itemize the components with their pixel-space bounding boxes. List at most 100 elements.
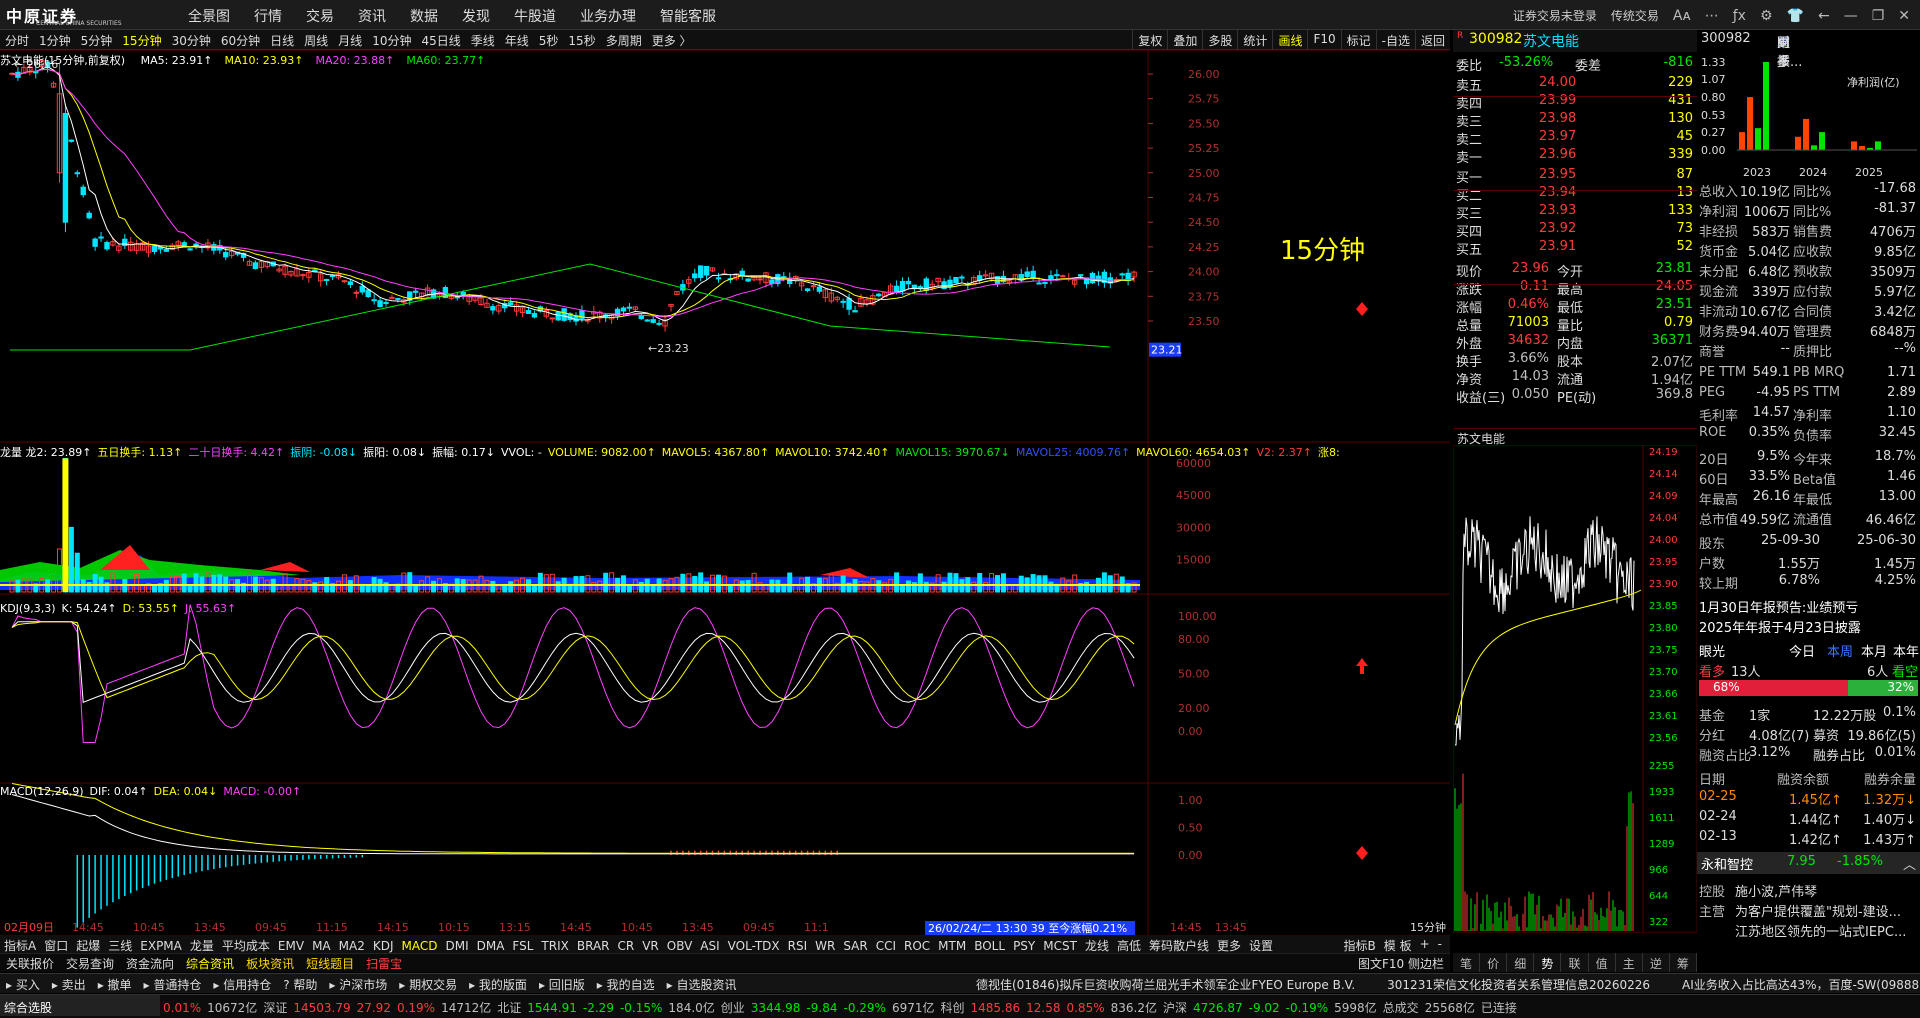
sub-tab-0[interactable]: 关联报价 <box>0 954 60 973</box>
minimize-icon[interactable]: — <box>1844 8 1858 24</box>
sub-tab-6[interactable]: 扫雷宝 <box>360 954 408 973</box>
taskbar-button-8[interactable]: ▸ 我的版面 <box>463 974 533 995</box>
indicator-tab-29[interactable]: PSY <box>1009 938 1039 954</box>
concept-stock-bar[interactable]: 永和智控 7.95 -1.85% ︿ <box>1697 852 1920 874</box>
tick-tab-1[interactable]: 价 <box>1480 953 1508 972</box>
indicator-tab-15[interactable]: TRIX <box>537 938 572 954</box>
news-item-0[interactable]: 德视佳(01846)拟斥巨资收购荷兰屈光手术领军企业FYEO Europe B.… <box>970 974 1361 995</box>
indicator-tab-21[interactable]: VOL-TDX <box>724 938 784 954</box>
sub-tab-5[interactable]: 短线题目 <box>300 954 360 973</box>
menu-item-0[interactable]: 全景图 <box>188 6 230 26</box>
trade-mode-button[interactable]: 传统交易 <box>1611 7 1659 24</box>
toolbar-button-0[interactable]: 复权 <box>1132 30 1167 50</box>
timeframe-tab-13[interactable]: 5秒 <box>534 30 564 49</box>
kline-chart-area[interactable]: 26.00 25.75 25.50 25.25 25.00 24.75 24.50 24.25… <box>0 50 1450 935</box>
timeframe-tab-10[interactable]: 45日线 <box>416 30 465 49</box>
sub-tab-4[interactable]: 板块资讯 <box>240 954 300 973</box>
sub-tab-3[interactable]: 综合资讯 <box>180 954 240 973</box>
shirt-icon[interactable]: 👕 <box>1787 8 1804 24</box>
indicator-tab-13[interactable]: DMA <box>473 938 509 954</box>
toolbar-button-8[interactable]: 返回 <box>1414 30 1450 50</box>
indicator-tab-27[interactable]: MTM <box>934 938 970 954</box>
toolbar-button-2[interactable]: 多股 <box>1202 30 1237 50</box>
indicator-tab-24[interactable]: SAR <box>839 938 871 954</box>
toolbar-button-6[interactable]: 标记 <box>1340 30 1376 50</box>
sub-tab-1[interactable]: 交易查询 <box>60 954 120 973</box>
timeframe-tab-6[interactable]: 日线 <box>265 30 299 49</box>
taskbar-button-1[interactable]: ▸ 卖出 <box>46 974 92 995</box>
stock-screener-tab[interactable]: 综合选股 <box>0 995 160 1016</box>
indicator-tab-19[interactable]: OBV <box>663 938 697 954</box>
menu-item-4[interactable]: 数据 <box>410 6 438 26</box>
indicator-tab-25[interactable]: CCI <box>872 938 900 954</box>
taskbar-button-9[interactable]: ▸ 回旧版 <box>533 974 591 995</box>
timeframe-tab-5[interactable]: 60分钟 <box>216 30 265 49</box>
taskbar-button-10[interactable]: ▸ 我的自选 <box>591 974 661 995</box>
timeframe-tab-7[interactable]: 周线 <box>299 30 333 49</box>
indicator-tab-23[interactable]: WR <box>811 938 839 954</box>
timeframe-tab-12[interactable]: 年线 <box>500 30 534 49</box>
timeframe-tab-15[interactable]: 多周期 <box>601 30 647 49</box>
timeframe-tab-4[interactable]: 30分钟 <box>167 30 216 49</box>
taskbar-button-7[interactable]: ▸ 期权交易 <box>393 974 463 995</box>
toolbar-button-1[interactable]: 叠加 <box>1167 30 1202 50</box>
indicator-tab-22[interactable]: RSI <box>784 938 812 954</box>
indicator-tab-11[interactable]: MACD <box>397 938 441 954</box>
indicator-tab-28[interactable]: BOLL <box>970 938 1009 954</box>
indicator-tab-10[interactable]: KDJ <box>369 938 398 954</box>
indicator-tab-14[interactable]: FSL <box>508 938 537 954</box>
indicator-tab-16[interactable]: BRAR <box>573 938 614 954</box>
formula-icon[interactable]: ƒx <box>1733 8 1746 24</box>
taskbar-button-11[interactable]: ▸ 自选股资讯 <box>661 974 743 995</box>
intraday-mini-chart[interactable]: 24.19 24.14 24.09 24.04 24.00 23.95 23.90 23.85… <box>1453 445 1697 933</box>
indicator-tab-12[interactable]: DMI <box>441 938 472 954</box>
toolbar-button-5[interactable]: F10 <box>1307 30 1340 50</box>
indicator-tab-17[interactable]: CR <box>614 938 639 954</box>
indicator-tab-7[interactable]: EMV <box>274 938 308 954</box>
menu-item-5[interactable]: 发现 <box>462 6 490 26</box>
sub-tab-2[interactable]: 资金流向 <box>120 954 180 973</box>
indicator-tab-18[interactable]: VR <box>638 938 663 954</box>
tick-tab-4[interactable]: 联 <box>1561 953 1589 972</box>
timeframe-tab-16[interactable]: 更多 〉 <box>647 30 697 49</box>
tick-tab-2[interactable]: 细 <box>1507 953 1535 972</box>
login-status[interactable]: 证券交易未登录 <box>1513 7 1597 24</box>
indicator-tab-8[interactable]: MA <box>308 938 335 954</box>
side-panel-toggle[interactable]: 图文F10 侧边栏 <box>1358 955 1444 972</box>
tick-tab-6[interactable]: 主 <box>1616 953 1643 972</box>
indicator-tab-30[interactable]: MCST <box>1039 938 1081 954</box>
taskbar-button-0[interactable]: ▸ 买入 <box>0 974 46 995</box>
indicator-tab-20[interactable]: ASI <box>696 938 723 954</box>
menu-item-1[interactable]: 行情 <box>254 6 282 26</box>
news-item-2[interactable]: AI业务收入占比高达43%，百度-SW(09888)进 <box>1676 974 1920 995</box>
timeframe-tab-14[interactable]: 15秒 <box>563 30 600 49</box>
taskbar-button-3[interactable]: ▸ 普通持仓 <box>138 974 208 995</box>
indicator-tab-4[interactable]: EXPMA <box>136 938 186 954</box>
timeframe-tab-1[interactable]: 1分钟 <box>34 30 76 49</box>
menu-item-6[interactable]: 牛股道 <box>514 6 556 26</box>
timeframe-tab-2[interactable]: 5分钟 <box>76 30 118 49</box>
menu-item-2[interactable]: 交易 <box>306 6 334 26</box>
restore-icon[interactable]: ❐ <box>1872 8 1885 24</box>
taskbar-button-5[interactable]: ? 帮助 <box>277 974 323 995</box>
toolbar-button-7[interactable]: -自选 <box>1375 30 1415 50</box>
menu-item-7[interactable]: 业务办理 <box>580 6 636 26</box>
ellipsis-icon[interactable]: ⋯ <box>1705 8 1719 24</box>
indicator-tab-26[interactable]: ROC <box>900 938 934 954</box>
close-icon[interactable]: ✕ <box>1898 8 1910 24</box>
indicator-tab-9[interactable]: MA2 <box>335 938 369 954</box>
timeframe-tab-8[interactable]: 月线 <box>333 30 367 49</box>
font-size-icon[interactable]: Aᴀ <box>1673 8 1691 24</box>
news-item-1[interactable]: 301231荣信文化投资者关系管理信息20260226 <box>1381 974 1656 995</box>
tick-tab-7[interactable]: 逆 <box>1643 953 1670 972</box>
settings-icon[interactable]: ⚙ <box>1760 8 1773 24</box>
toolbar-button-4[interactable]: 画线 <box>1272 30 1307 50</box>
menu-item-8[interactable]: 智能客服 <box>660 6 716 26</box>
expand-icon[interactable]: ︿ <box>1903 854 1916 873</box>
taskbar-button-2[interactable]: ▸ 撤单 <box>92 974 138 995</box>
timeframe-tab-11[interactable]: 季线 <box>466 30 500 49</box>
tick-tab-0[interactable]: 笔 <box>1453 953 1481 972</box>
timeframe-tab-9[interactable]: 10分钟 <box>367 30 416 49</box>
tick-tab-8[interactable]: 筹 <box>1670 953 1697 972</box>
tick-tab-3[interactable]: 势 <box>1534 953 1562 972</box>
